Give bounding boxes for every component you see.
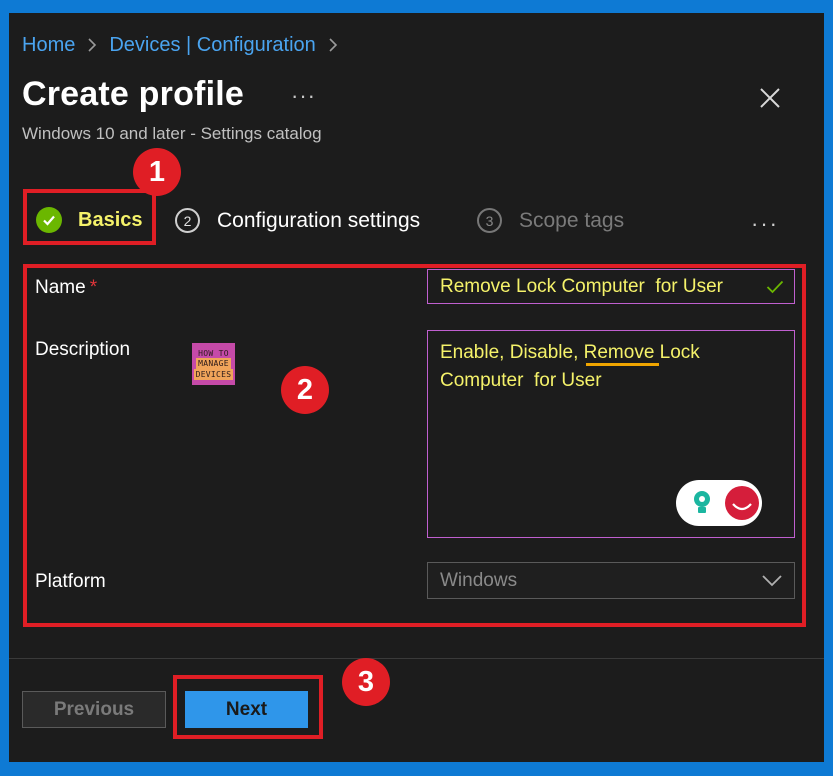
checkmark-icon <box>766 280 784 293</box>
breadcrumb-devices-configuration-link[interactable]: Devices | Configuration <box>109 34 315 57</box>
logo-line-2: MANAGE <box>196 357 231 369</box>
tab-configuration-settings[interactable]: 2 Configuration settings <box>175 208 420 233</box>
name-label: Name * <box>35 277 97 299</box>
create-profile-panel: Home Devices | Configuration Create prof… <box>9 13 824 762</box>
more-options-button[interactable]: ··· <box>291 83 316 109</box>
annotation-badge-3: 3 <box>342 658 390 706</box>
name-input[interactable]: Remove Lock Computer for User <box>427 269 795 304</box>
name-label-text: Name <box>35 277 86 298</box>
step-number: 3 <box>477 208 502 233</box>
annotation-box-3 <box>173 675 323 739</box>
close-button[interactable] <box>757 85 783 111</box>
logo-line-1: HOW TO <box>198 348 229 358</box>
step-number: 2 <box>175 208 200 233</box>
breadcrumb-home-link[interactable]: Home <box>22 34 75 57</box>
platform-label: Platform <box>35 571 106 592</box>
lightbulb-icon <box>694 491 710 513</box>
page-subtitle: Windows 10 and later - Settings catalog <box>22 124 322 143</box>
annotation-box-1 <box>23 189 156 245</box>
page-title: Create profile <box>22 75 244 113</box>
howtomanagedevices-logo: HOW TO MANAGE DEVICES <box>192 343 235 385</box>
tab-configuration-settings-label: Configuration settings <box>217 208 421 232</box>
description-label: Description <box>35 339 131 360</box>
description-value: Enable, Disable, Remove Lock Computer fo… <box>440 342 706 391</box>
breadcrumb: Home Devices | Configuration <box>22 33 350 57</box>
writing-assistant-button[interactable] <box>676 480 762 526</box>
name-input-value: Remove Lock Computer for User <box>440 275 723 297</box>
platform-select[interactable]: Windows <box>427 562 795 599</box>
tabs-more-button[interactable]: ··· <box>751 211 779 237</box>
assistant-logo-icon <box>725 486 759 520</box>
footer-divider <box>9 658 824 659</box>
chevron-down-icon <box>762 574 782 586</box>
chevron-right-icon <box>316 34 350 57</box>
previous-button[interactable]: Previous <box>22 691 166 728</box>
tab-scope-tags[interactable]: 3 Scope tags <box>477 208 624 233</box>
platform-value: Windows <box>440 569 518 591</box>
required-mark: * <box>89 277 98 298</box>
tab-scope-tags-label: Scope tags <box>519 208 625 232</box>
close-icon <box>760 88 780 108</box>
chevron-right-icon <box>75 34 109 57</box>
annotation-badge-2: 2 <box>281 366 329 414</box>
annotation-badge-1: 1 <box>133 148 181 196</box>
spellcheck-underline <box>586 363 659 366</box>
logo-line-3: DEVICES <box>193 368 234 380</box>
